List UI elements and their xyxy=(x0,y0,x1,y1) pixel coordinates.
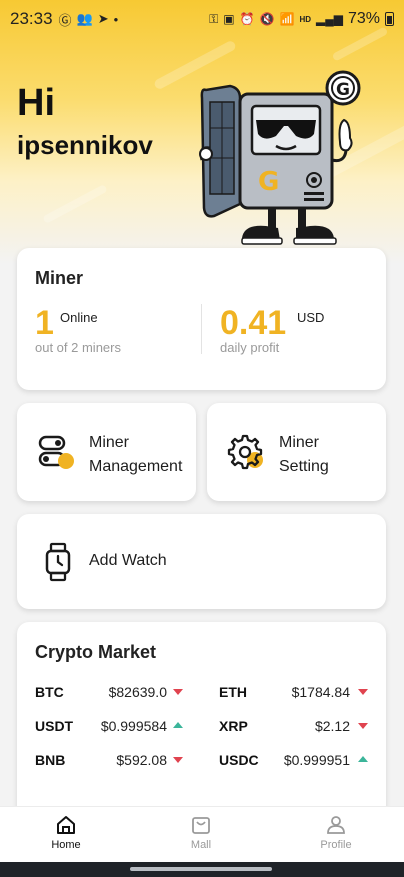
watch-icon xyxy=(45,542,71,582)
trend-up-icon xyxy=(358,756,368,762)
miner-management-button[interactable]: Miner Management xyxy=(17,403,196,501)
market-symbol: ETH xyxy=(219,684,247,700)
miner-management-icon xyxy=(38,435,74,469)
bottom-nav: Home Mall Profile xyxy=(0,806,404,862)
market-price: $1784.84 xyxy=(291,684,350,700)
market-symbol: USDT xyxy=(35,718,74,734)
battery-icon xyxy=(385,12,394,26)
profit-unit: USD xyxy=(297,310,325,325)
add-watch-button[interactable]: Add Watch xyxy=(17,514,386,609)
profit-sub: daily profit xyxy=(220,340,280,355)
network-label: HD xyxy=(299,14,311,24)
signal-icon: ▂▄▆ xyxy=(316,12,343,26)
nav-home-label: Home xyxy=(51,839,81,851)
svg-text:G: G xyxy=(336,80,350,100)
system-gesture-bar xyxy=(0,862,404,877)
app-g-icon: Ⓖ xyxy=(58,12,72,28)
management-line1: Miner xyxy=(89,434,130,451)
miner-card-title: Miner xyxy=(35,268,84,288)
home-icon xyxy=(57,816,75,834)
trend-down-icon xyxy=(173,689,183,695)
svg-text:G: G xyxy=(258,167,279,197)
miner-summary-card[interactable]: Miner 1 Online out of 2 miners 0.41 USD … xyxy=(17,248,386,390)
market-symbol: XRP xyxy=(219,718,248,734)
nav-profile[interactable]: Profile xyxy=(296,815,376,851)
market-price: $82639.0 xyxy=(108,684,167,700)
nav-home[interactable]: Home xyxy=(26,815,106,851)
nav-profile-label: Profile xyxy=(320,839,352,851)
market-symbol: BNB xyxy=(35,752,66,768)
alarm-icon: ⏰ xyxy=(239,12,255,26)
market-price: $592.08 xyxy=(116,752,167,768)
add-contact-icon: 👥 xyxy=(76,11,93,26)
crypto-market-card: Crypto Market BTC $82639.0 ETH $1784.84 … xyxy=(17,622,386,822)
miner-setting-label: Miner Setting xyxy=(279,431,329,479)
card-divider xyxy=(201,304,202,354)
market-price: $2.12 xyxy=(314,718,350,734)
status-time: 23:33 xyxy=(10,9,53,28)
market-symbol: USDC xyxy=(219,752,259,768)
greeting-username: ipsennikov xyxy=(17,130,153,160)
status-bar: 23:33 Ⓖ 👥 ➤ • ⚿ ▣ ⏰ 🔇 📶 HD ▂▄▆ 73% xyxy=(0,0,404,38)
trend-down-icon xyxy=(358,723,368,729)
key-icon: ⚿ xyxy=(209,11,219,26)
online-sub: out of 2 miners xyxy=(35,340,121,355)
setting-line1: Miner xyxy=(279,434,320,451)
mall-bag-icon xyxy=(192,817,210,834)
profile-user-icon xyxy=(327,816,345,834)
battery-saver-icon: ▣ xyxy=(223,12,235,26)
market-price: $0.999951 xyxy=(283,752,350,768)
greeting-hi: Hi xyxy=(17,82,55,124)
trend-down-icon xyxy=(173,757,183,763)
trend-down-icon xyxy=(358,689,368,695)
battery-percent: 73% xyxy=(347,10,380,27)
miner-mascot-illustration: G G xyxy=(199,70,361,245)
market-price: $0.999584 xyxy=(100,718,167,734)
miner-management-label: Miner Management xyxy=(89,431,182,479)
gear-icon xyxy=(227,434,263,470)
online-count: 1 xyxy=(35,304,54,342)
add-watch-label: Add Watch xyxy=(89,552,167,569)
trend-up-icon xyxy=(173,722,183,728)
nav-mall[interactable]: Mall xyxy=(161,815,241,851)
management-line2: Management xyxy=(89,458,183,475)
setting-line2: Setting xyxy=(279,458,329,475)
telegram-icon: ➤ xyxy=(97,11,109,26)
nav-mall-label: Mall xyxy=(190,839,212,851)
mute-icon: 🔇 xyxy=(259,12,275,26)
market-symbol: BTC xyxy=(35,684,64,700)
home-gesture-pill[interactable] xyxy=(130,867,272,871)
miner-setting-button[interactable]: Miner Setting xyxy=(207,403,386,501)
profit-value: 0.41 xyxy=(220,304,287,342)
wifi-icon: 📶 xyxy=(279,12,295,26)
dot-icon: • xyxy=(113,11,119,27)
crypto-market-title: Crypto Market xyxy=(35,642,157,662)
online-label: Online xyxy=(60,310,98,325)
